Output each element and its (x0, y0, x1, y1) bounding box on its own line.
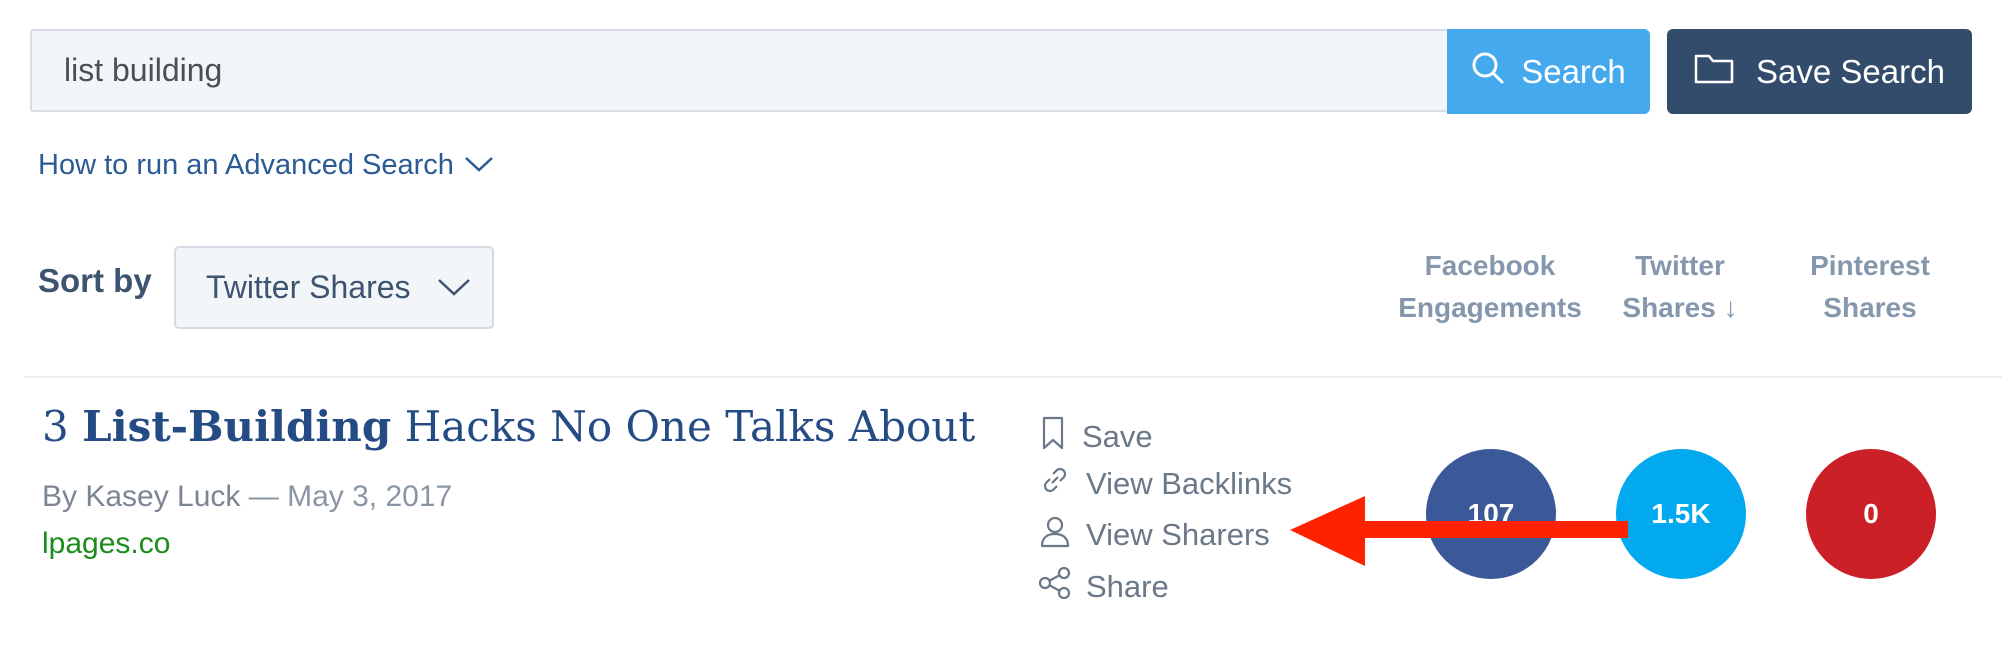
sort-select[interactable]: Twitter Shares (174, 246, 494, 329)
bookmark-icon (1038, 415, 1068, 459)
facebook-count-badge[interactable]: 107 (1426, 449, 1556, 579)
chevron-down-icon (437, 269, 471, 306)
result-title-prefix: 3 (42, 402, 83, 451)
view-backlinks-label: View Backlinks (1086, 466, 1293, 501)
result-domain-link[interactable]: lpages.co (42, 527, 170, 561)
divider (24, 376, 2002, 378)
user-icon (1038, 513, 1072, 557)
column-pinterest-line1: Pinterest (1810, 250, 1930, 281)
pinterest-count: 0 (1863, 498, 1879, 529)
column-facebook-engagements[interactable]: Facebook Engagements (1390, 245, 1590, 329)
column-facebook-line2: Engagements (1398, 292, 1582, 323)
share-action-label: Share (1086, 569, 1169, 604)
save-search-label: Save Search (1756, 52, 1945, 90)
link-icon (1038, 463, 1072, 505)
column-facebook-line1: Facebook (1424, 250, 1556, 281)
pinterest-count-badge[interactable]: 0 (1806, 449, 1936, 579)
column-twitter-line1: Twitter (1635, 250, 1725, 281)
result-title-link[interactable]: 3 List-Building Hacks No One Talks About (42, 402, 975, 451)
view-sharers-label: View Sharers (1086, 517, 1270, 552)
result-meta: By Kasey Luck — May 3, 2017 (42, 480, 452, 514)
share-icon (1038, 566, 1072, 608)
search-icon (1471, 51, 1505, 93)
share-action[interactable]: Share (1038, 566, 1169, 608)
chevron-down-icon (464, 149, 494, 182)
result-date: May 3, 2017 (287, 480, 453, 513)
column-twitter-shares[interactable]: Twitter Shares ↓ (1600, 245, 1760, 329)
save-action-label: Save (1082, 419, 1153, 454)
result-author: By Kasey Luck (42, 480, 241, 513)
advanced-search-label: How to run an Advanced Search (38, 149, 454, 181)
folder-icon (1694, 52, 1734, 92)
twitter-count: 1.5K (1651, 498, 1711, 529)
sort-select-value: Twitter Shares (206, 269, 411, 305)
twitter-count-badge[interactable]: 1.5K (1616, 449, 1746, 579)
view-sharers-action[interactable]: View Sharers (1038, 513, 1270, 557)
result-title-suffix: Hacks No One Talks About (391, 402, 976, 451)
search-button[interactable]: Search (1447, 29, 1650, 114)
column-pinterest-shares[interactable]: Pinterest Shares (1790, 245, 1950, 329)
advanced-search-link[interactable]: How to run an Advanced Search (38, 149, 494, 182)
column-pinterest-line2: Shares (1823, 292, 1917, 323)
save-search-button[interactable]: Save Search (1667, 29, 1972, 114)
view-backlinks-action[interactable]: View Backlinks (1038, 463, 1292, 505)
search-button-label: Search (1521, 52, 1626, 90)
search-input[interactable] (30, 29, 1449, 112)
sort-by-label: Sort by (38, 262, 152, 299)
save-action[interactable]: Save (1038, 415, 1153, 459)
facebook-count: 107 (1467, 498, 1515, 529)
result-title-keyword: List-Building (82, 402, 392, 451)
result-separator: — (240, 480, 288, 513)
column-twitter-line2: Shares ↓ (1622, 292, 1738, 323)
